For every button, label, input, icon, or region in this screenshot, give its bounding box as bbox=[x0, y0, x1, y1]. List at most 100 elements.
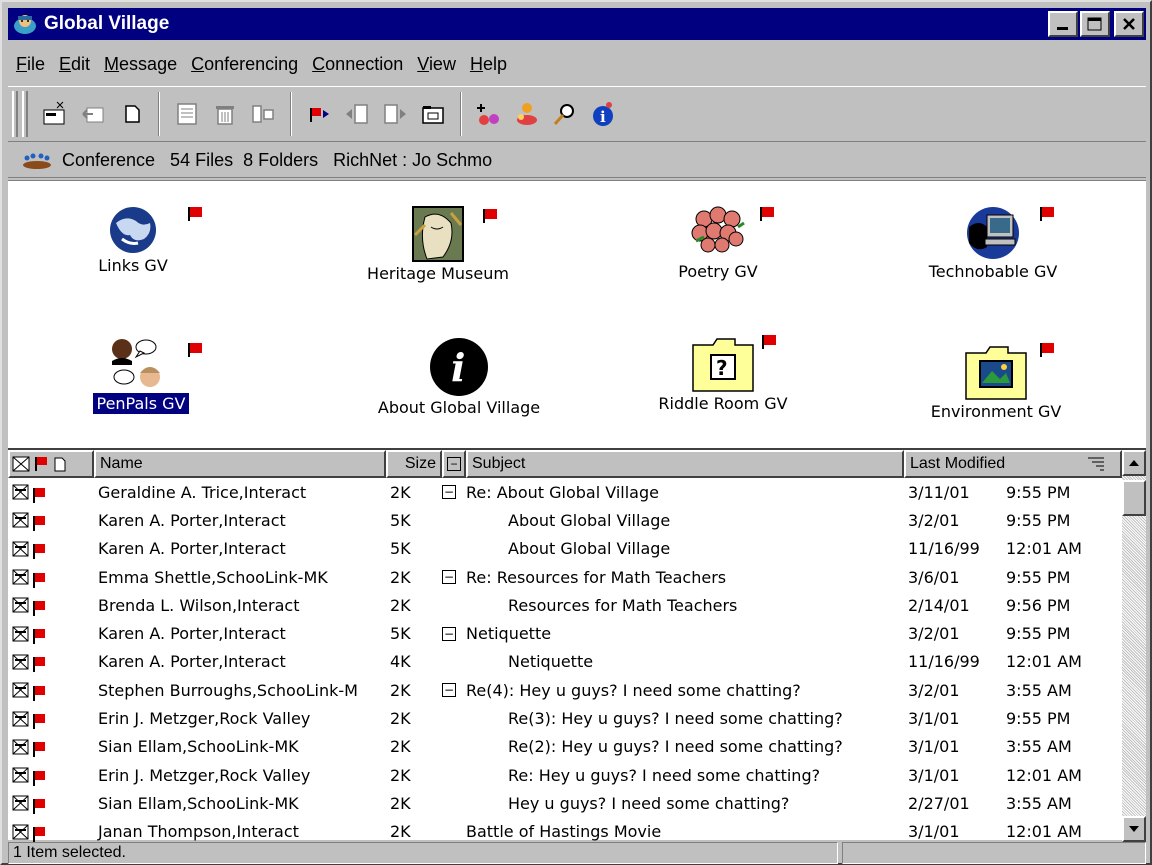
title-bar[interactable]: Global Village bbox=[8, 8, 1146, 40]
message-subject: About Global Village bbox=[508, 539, 671, 559]
modified-date: 3/1/01 bbox=[908, 709, 960, 729]
flag-icon[interactable] bbox=[33, 544, 45, 560]
folder-riddle-room-gv[interactable]: ? Riddle Room GV bbox=[638, 335, 808, 414]
flower-bouquet-icon bbox=[691, 206, 745, 253]
folder-about-global-village[interactable]: i About Global Village bbox=[344, 337, 574, 418]
app-window: Global Village File Edit Message Conferenci… bbox=[0, 0, 1152, 865]
message-size: 5K bbox=[390, 624, 411, 644]
scroll-thumb[interactable] bbox=[1122, 480, 1146, 516]
menu-message[interactable]: Message bbox=[98, 54, 183, 75]
folder-poetry-gv[interactable]: Poetry GV bbox=[658, 205, 778, 282]
members-button[interactable] bbox=[472, 96, 506, 132]
table-row[interactable]: Karen A. Porter,Interact 5K − Netiquette 3/2… bbox=[8, 619, 1122, 647]
conference-icon bbox=[23, 153, 51, 169]
scroll-up-button[interactable] bbox=[1122, 450, 1146, 476]
open-document-button[interactable] bbox=[114, 96, 148, 132]
modified-date: 3/6/01 bbox=[908, 567, 960, 587]
conference-users-button[interactable] bbox=[510, 96, 544, 132]
message-size: 2K bbox=[390, 737, 411, 757]
folder-heritage-museum[interactable]: Heritage Museum bbox=[353, 205, 523, 284]
folder-technobable-gv[interactable]: Technobable GV bbox=[908, 205, 1078, 282]
attachment-column-icon bbox=[54, 457, 66, 472]
new-message-button[interactable] bbox=[38, 96, 72, 132]
menu-help[interactable]: Help bbox=[464, 54, 513, 75]
message-read-icon bbox=[12, 767, 29, 783]
flag-icon[interactable] bbox=[33, 742, 45, 758]
thread-toggle[interactable]: − bbox=[442, 683, 466, 698]
table-row[interactable]: Emma Shettle,SchooLink-MK 2K − Re: Resource… bbox=[8, 563, 1122, 591]
table-row[interactable]: Karen A. Porter,Interact 4K Netiquette 11/1… bbox=[8, 648, 1122, 676]
thread-toggle[interactable]: − bbox=[442, 626, 466, 641]
message-read-icon bbox=[12, 484, 29, 500]
folder-links-gv[interactable]: Links GV bbox=[78, 205, 202, 276]
flag-icon[interactable] bbox=[33, 572, 45, 588]
name-column-header[interactable]: Name bbox=[94, 450, 386, 478]
message-subject: Re(3): Hey u guys? I need some chatting? bbox=[508, 709, 843, 729]
last-modified-column-header[interactable]: Last Modified bbox=[904, 450, 1122, 478]
menu-view[interactable]: View bbox=[411, 54, 462, 75]
flag-icon[interactable] bbox=[33, 515, 45, 531]
flag-icon[interactable] bbox=[33, 657, 45, 673]
maximize-button[interactable] bbox=[1080, 11, 1110, 37]
modified-date: 2/14/01 bbox=[908, 595, 970, 615]
row-status-icons bbox=[8, 823, 94, 843]
reply-button[interactable] bbox=[76, 96, 110, 132]
down-arrow-icon bbox=[1129, 826, 1139, 832]
modified-time: 12:01 AM bbox=[1006, 822, 1082, 842]
scroll-track[interactable] bbox=[1122, 476, 1146, 816]
table-row[interactable]: Sian Ellam,SchooLink-MK 2K Hey u guys? I n… bbox=[8, 789, 1122, 817]
table-row[interactable]: Sian Ellam,SchooLink-MK 2K Re(2): Hey u gu… bbox=[8, 733, 1122, 761]
flag-icon[interactable] bbox=[33, 600, 45, 616]
scroll-down-button[interactable] bbox=[1122, 816, 1146, 842]
flag-icon[interactable] bbox=[33, 685, 45, 701]
menu-connection[interactable]: Connection bbox=[306, 54, 409, 75]
thread-toggle[interactable]: − bbox=[442, 485, 466, 500]
up-folder-button[interactable] bbox=[416, 96, 450, 132]
search-button[interactable] bbox=[548, 96, 582, 132]
close-button[interactable] bbox=[1114, 11, 1144, 37]
table-row[interactable]: Brenda L. Wilson,Interact 2K Resources for… bbox=[8, 591, 1122, 619]
sender-name: Stephen Burroughs,SchooLink-M bbox=[98, 680, 358, 700]
folder-label: Heritage Museum bbox=[367, 264, 509, 283]
flag-icon[interactable] bbox=[33, 714, 45, 730]
folder-penpals-gv[interactable]: PenPals GV bbox=[76, 333, 206, 415]
flag-icon[interactable] bbox=[33, 827, 45, 843]
flag-icon[interactable] bbox=[33, 487, 45, 503]
delete-button[interactable] bbox=[208, 96, 242, 132]
next-message-button[interactable] bbox=[378, 96, 412, 132]
collapse-all-button[interactable]: − bbox=[442, 450, 466, 478]
minimize-button[interactable] bbox=[1048, 11, 1078, 37]
menu-conferencing[interactable]: Conferencing bbox=[185, 54, 304, 75]
minimize-icon bbox=[1057, 27, 1068, 30]
folder-environment-gv[interactable]: Environment GV bbox=[906, 343, 1086, 422]
table-row[interactable]: Erin J. Metzger,Rock Valley 2K Re(3): Hey … bbox=[8, 704, 1122, 732]
message-size: 2K bbox=[390, 482, 411, 502]
message-rows: Geraldine A. Trice,Interact 2K − Re: About … bbox=[8, 478, 1122, 846]
message-read-icon bbox=[12, 682, 29, 698]
properties-button[interactable] bbox=[246, 96, 280, 132]
table-row[interactable]: Karen A. Porter,Interact 5K About Global V… bbox=[8, 506, 1122, 534]
info-button[interactable]: i bbox=[586, 96, 620, 132]
flag-icon[interactable] bbox=[33, 629, 45, 645]
vertical-scrollbar[interactable] bbox=[1122, 450, 1146, 842]
table-row[interactable]: Erin J. Metzger,Rock Valley 2K Re: Hey u g… bbox=[8, 761, 1122, 789]
menu-edit[interactable]: Edit bbox=[53, 54, 96, 75]
toolbar-separator bbox=[460, 92, 462, 136]
message-size: 2K bbox=[390, 709, 411, 729]
flag-icon[interactable] bbox=[33, 798, 45, 814]
modified-time: 3:55 AM bbox=[1006, 793, 1072, 813]
subject-column-header[interactable]: Subject bbox=[466, 450, 904, 478]
size-column-header[interactable]: Size bbox=[386, 450, 442, 478]
save-icon bbox=[177, 103, 197, 125]
thread-toggle[interactable]: − bbox=[442, 570, 466, 585]
previous-message-button[interactable] bbox=[340, 96, 374, 132]
menu-file[interactable]: File bbox=[8, 54, 51, 75]
toolbar-grip[interactable] bbox=[12, 91, 18, 137]
flag-icon[interactable] bbox=[33, 770, 45, 786]
save-button[interactable] bbox=[170, 96, 204, 132]
table-row[interactable]: Stephen Burroughs,SchooLink-M 2K − Re(4): H… bbox=[8, 676, 1122, 704]
flag-next-button[interactable] bbox=[302, 96, 336, 132]
table-row[interactable]: Karen A. Porter,Interact 5K About Global V… bbox=[8, 535, 1122, 563]
status-columns-header[interactable] bbox=[8, 450, 94, 478]
table-row[interactable]: Geraldine A. Trice,Interact 2K − Re: About … bbox=[8, 478, 1122, 506]
